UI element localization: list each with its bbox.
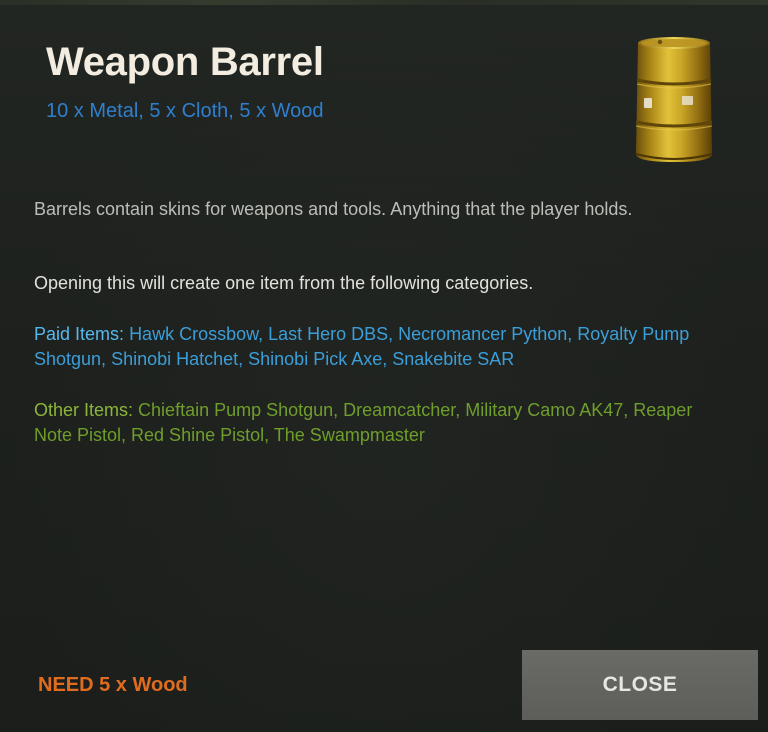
other-items-section: Other Items: Chieftain Pump Shotgun, Dre… — [34, 398, 734, 448]
item-title: Weapon Barrel — [46, 40, 324, 84]
item-description: Barrels contain skins for weapons and to… — [34, 199, 633, 219]
paid-items-label: Paid Items: — [34, 324, 125, 344]
top-border — [0, 0, 768, 5]
paid-items-section: Paid Items: Hawk Crossbow, Last Hero DBS… — [34, 322, 734, 372]
other-items-label: Other Items: — [34, 400, 134, 420]
other-items-list: Chieftain Pump Shotgun, Dreamcatcher, Mi… — [34, 400, 693, 445]
close-button[interactable]: CLOSE — [522, 650, 758, 720]
item-cost: 10 x Metal, 5 x Cloth, 5 x Wood — [46, 100, 324, 122]
requirement-text: NEED 5 x Wood — [38, 674, 188, 696]
paid-items-list: Hawk Crossbow, Last Hero DBS, Necromance… — [34, 324, 690, 369]
barrel-icon — [635, 37, 713, 162]
item-dialog: Weapon Barrel 10 x Metal, 5 x Cloth, 5 x… — [0, 0, 768, 732]
contents-intro: Opening this will create one item from t… — [34, 273, 534, 293]
